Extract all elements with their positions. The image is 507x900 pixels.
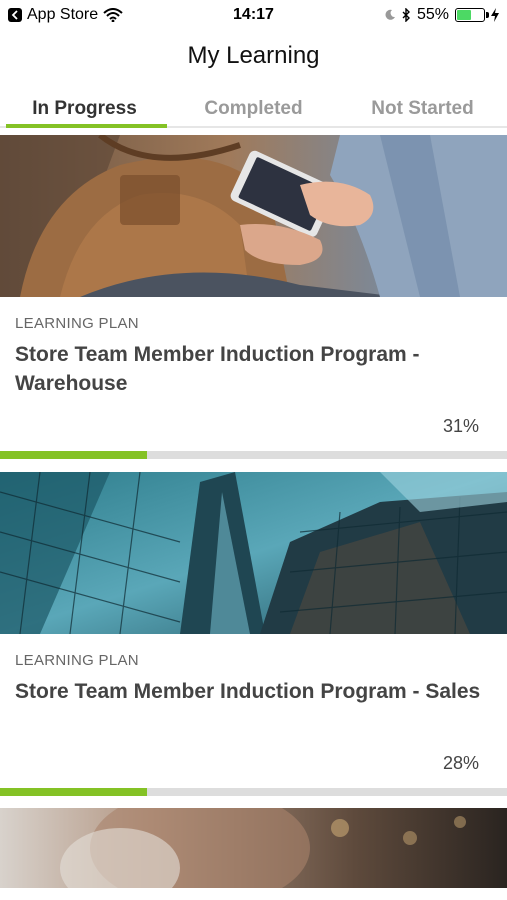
page-title: My Learning — [187, 42, 320, 69]
learning-card[interactable] — [0, 808, 507, 900]
status-bar: App Store 14:17 55% — [0, 0, 507, 32]
progress-percent: 28% — [442, 753, 479, 773]
progress-bar-fill — [0, 451, 148, 459]
progress-bar — [0, 788, 507, 796]
card-image-person — [0, 808, 507, 888]
moon-icon — [385, 9, 395, 20]
tab-not-started[interactable]: Not Started — [338, 90, 507, 126]
tab-bar: In Progress Completed Not Started — [0, 90, 507, 128]
learning-card[interactable]: LEARNING PLAN Store Team Member Inductio… — [0, 472, 507, 797]
progress-bar — [0, 451, 507, 459]
card-image-buildings — [0, 472, 507, 634]
card-type-label: LEARNING PLAN — [15, 315, 139, 332]
battery-icon — [455, 8, 489, 22]
progress-percent: 31% — [442, 416, 479, 436]
progress-bar-fill — [0, 788, 148, 796]
card-title[interactable]: Store Team Member Induction Program - Sa… — [15, 677, 485, 706]
learning-card[interactable]: LEARNING PLAN Store Team Member Inductio… — [0, 135, 507, 460]
card-title[interactable]: Store Team Member Induction Program - Wa… — [15, 340, 485, 398]
bluetooth-icon — [402, 8, 410, 22]
tab-in-progress[interactable]: In Progress — [0, 90, 169, 128]
battery-percent: 55% — [416, 6, 449, 23]
tab-completed[interactable]: Completed — [169, 90, 338, 126]
card-type-label: LEARNING PLAN — [15, 652, 139, 669]
charging-icon — [491, 8, 499, 22]
card-image-phone — [0, 135, 507, 297]
